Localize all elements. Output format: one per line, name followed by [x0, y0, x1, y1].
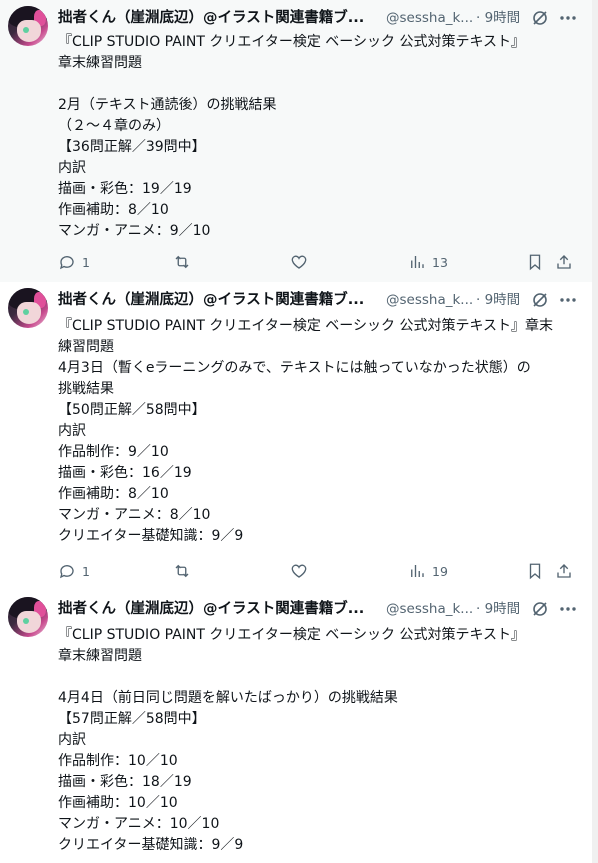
- tweet[interactable]: 拙者くん（崖淵底辺）@イラスト関連書籍ブ... @sessha_k... · 9…: [0, 0, 592, 282]
- author-name[interactable]: 拙者くん（崖淵底辺）@イラスト関連書籍ブ...: [58, 8, 364, 28]
- tweet-line: 『CLIP STUDIO PAINT クリエイター検定 ベーシック 公式対策テキ…: [58, 34, 526, 50]
- timestamp[interactable]: · 9時間: [476, 8, 520, 28]
- author-handle[interactable]: @sessha_k...: [386, 290, 473, 310]
- tweet-line: 章末練習問題: [58, 55, 142, 71]
- reply-button[interactable]: 1: [58, 561, 90, 581]
- tweet-text: 『CLIP STUDIO PAINT クリエイター検定 ベーシック 公式対策テキ…: [58, 625, 578, 856]
- tweet-text: 『CLIP STUDIO PAINT クリエイター検定 ベーシック 公式対策テキ…: [58, 316, 578, 547]
- grok-icon[interactable]: [532, 292, 548, 308]
- tweet-line: 内訳: [58, 160, 86, 176]
- tweet-line: 描画・彩色：19／19: [58, 181, 192, 197]
- tweet-line: 章末練習問題: [58, 648, 142, 664]
- share-icon: [557, 564, 571, 578]
- author-handle[interactable]: @sessha_k...: [386, 599, 473, 619]
- tweet-line: （２～４章のみ）: [58, 118, 170, 134]
- share-icon: [557, 255, 571, 269]
- tweet-line: [58, 74, 578, 95]
- views-button[interactable]: 19: [408, 561, 448, 581]
- avatar[interactable]: [8, 597, 48, 637]
- tweet-line: マンガ・アニメ：10／10: [58, 816, 220, 832]
- tweet-line: 描画・彩色：18／19: [58, 774, 192, 790]
- grok-icon[interactable]: [532, 601, 548, 617]
- like-button[interactable]: [290, 252, 308, 272]
- tweet-line: 挑戦結果: [58, 381, 114, 397]
- tweet-line: 作品制作：9／10: [58, 444, 169, 460]
- timestamp[interactable]: · 9時間: [476, 599, 520, 619]
- views-count: 13: [432, 254, 448, 270]
- tweet-line: クリエイター基礎知識：9／9: [58, 528, 244, 544]
- views-button[interactable]: 13: [408, 252, 448, 272]
- tweet-line: クリエイター基礎知識：9／9: [58, 837, 244, 853]
- tweet-line: [58, 667, 578, 688]
- tweet-line: 作画補助：10／10: [58, 795, 178, 811]
- tweet[interactable]: 拙者くん（崖淵底辺）@イラスト関連書籍ブ... @sessha_k... · 9…: [0, 282, 592, 591]
- like-icon: [291, 564, 307, 578]
- author-name[interactable]: 拙者くん（崖淵底辺）@イラスト関連書籍ブ...: [58, 290, 364, 310]
- more-icon[interactable]: [558, 290, 578, 310]
- tweet-line: 【57問正解／58問中】: [58, 711, 206, 727]
- avatar[interactable]: [8, 288, 48, 328]
- tweet-line: 作画補助：8／10: [58, 202, 169, 218]
- share-button[interactable]: [555, 561, 573, 581]
- reply-icon: [59, 256, 74, 270]
- reply-icon: [59, 565, 74, 579]
- tweet-line: 『CLIP STUDIO PAINT クリエイター検定 ベーシック 公式対策テキ…: [58, 318, 554, 334]
- tweet-line: 練習問題: [58, 339, 114, 355]
- bookmark-button[interactable]: [526, 561, 544, 581]
- timestamp[interactable]: · 9時間: [476, 290, 520, 310]
- tweet-line: マンガ・アニメ：8／10: [58, 507, 211, 523]
- action-bar: 1 19: [58, 561, 578, 581]
- retweet-button[interactable]: [173, 561, 191, 581]
- tweet-line: 【36問正解／39問中】: [58, 139, 206, 155]
- like-button[interactable]: [290, 561, 308, 581]
- reply-count: 1: [82, 563, 90, 579]
- tweet[interactable]: 拙者くん（崖淵底辺）@イラスト関連書籍ブ... @sessha_k... · 9…: [0, 591, 592, 863]
- tweet-text: 『CLIP STUDIO PAINT クリエイター検定 ベーシック 公式対策テキ…: [58, 32, 578, 242]
- author-handle[interactable]: @sessha_k...: [386, 8, 473, 28]
- views-count: 19: [432, 563, 448, 579]
- tweet-line: マンガ・アニメ：9／10: [58, 223, 211, 239]
- reply-count: 1: [82, 254, 90, 270]
- tweet-line: 作品制作：10／10: [58, 753, 178, 769]
- tweet-line: 【50問正解／58問中】: [58, 402, 206, 418]
- tweet-line: 4月3日（暫くeラーニングのみで、テキストには触っていなかった状態）の: [58, 360, 531, 376]
- bookmark-icon: [529, 254, 541, 271]
- like-icon: [291, 255, 307, 269]
- tweet-line: 2月（テキスト通読後）の挑戦結果: [58, 97, 277, 113]
- views-icon: [411, 256, 424, 268]
- more-icon[interactable]: [558, 8, 578, 28]
- avatar[interactable]: [8, 6, 48, 46]
- scrollbar[interactable]: [592, 0, 598, 863]
- grok-icon[interactable]: [532, 10, 548, 26]
- reply-button[interactable]: 1: [58, 252, 90, 272]
- views-icon: [411, 565, 424, 577]
- tweet-line: 4月4日（前日同じ問題を解いたばっかり）の挑戦結果: [58, 690, 398, 706]
- retweet-button[interactable]: [173, 252, 191, 272]
- bookmark-icon: [529, 563, 541, 580]
- action-bar: 1 13: [58, 252, 578, 272]
- share-button[interactable]: [555, 252, 573, 272]
- tweet-line: 『CLIP STUDIO PAINT クリエイター検定 ベーシック 公式対策テキ…: [58, 627, 526, 643]
- author-name[interactable]: 拙者くん（崖淵底辺）@イラスト関連書籍ブ...: [58, 599, 364, 619]
- tweet-line: 内訳: [58, 732, 86, 748]
- tweet-line: 作画補助：8／10: [58, 486, 169, 502]
- more-icon[interactable]: [558, 599, 578, 619]
- retweet-icon: [175, 255, 189, 269]
- retweet-icon: [175, 564, 189, 578]
- bookmark-button[interactable]: [526, 252, 544, 272]
- tweet-line: 内訳: [58, 423, 86, 439]
- tweet-line: 描画・彩色：16／19: [58, 465, 192, 481]
